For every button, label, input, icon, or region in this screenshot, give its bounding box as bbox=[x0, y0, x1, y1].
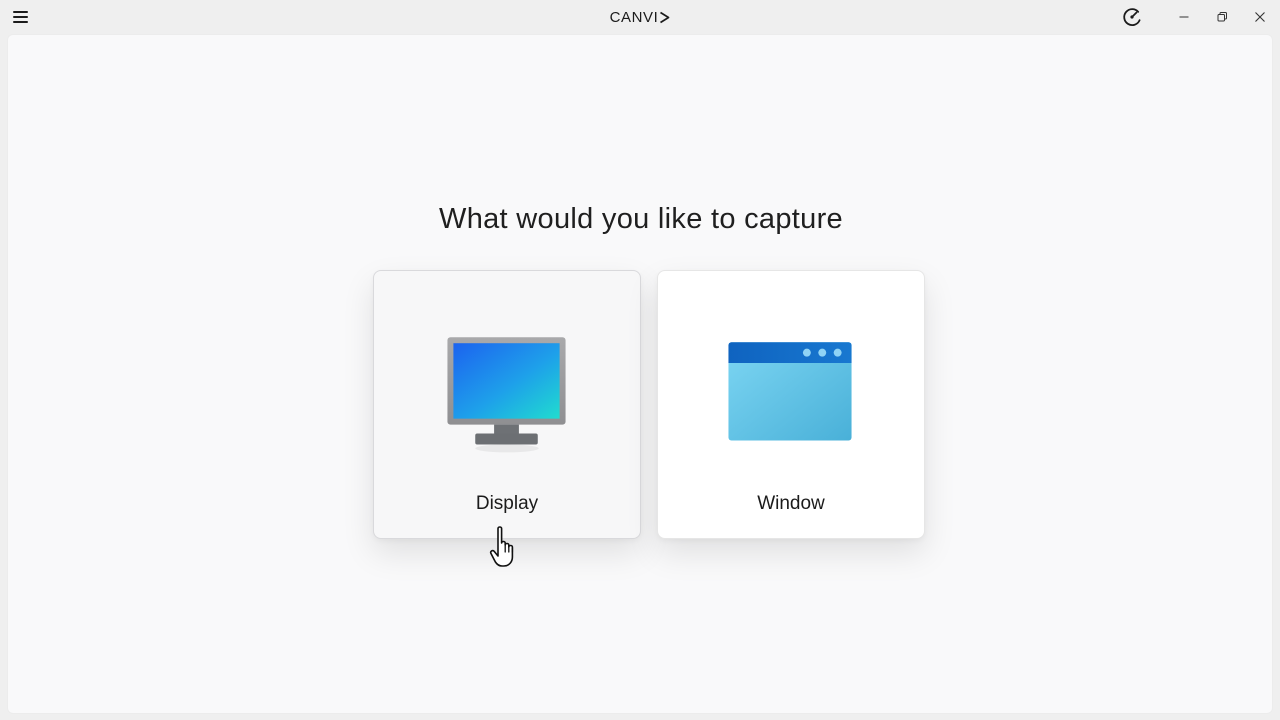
play-icon bbox=[660, 11, 670, 23]
restore-button[interactable] bbox=[1203, 0, 1241, 33]
hamburger-menu-button[interactable] bbox=[6, 4, 34, 30]
speedometer-button[interactable] bbox=[1119, 4, 1145, 30]
minimize-icon bbox=[1179, 16, 1189, 17]
main-panel: What would you like to capture Display W… bbox=[7, 34, 1273, 714]
display-option-label: Display bbox=[475, 493, 539, 514]
speedometer-icon bbox=[1123, 8, 1141, 27]
hamburger-icon-line bbox=[12, 21, 28, 23]
close-icon bbox=[1255, 11, 1265, 22]
window-option-label: Window bbox=[757, 493, 825, 514]
app-logo-text: CANVI bbox=[609, 8, 659, 26]
monitor-icon bbox=[447, 337, 566, 453]
restore-icon bbox=[1217, 11, 1227, 21]
display-option-card[interactable]: Display bbox=[373, 270, 641, 539]
app-logo: CANVI bbox=[560, 7, 720, 27]
title-bar: CANVI bbox=[0, 0, 1280, 33]
hamburger-icon-line bbox=[12, 16, 28, 18]
hamburger-icon-line bbox=[12, 11, 28, 13]
minimize-button[interactable] bbox=[1165, 0, 1203, 33]
window-option-card[interactable]: Window bbox=[657, 270, 925, 539]
close-button[interactable] bbox=[1241, 0, 1279, 33]
page-title: What would you like to capture bbox=[439, 203, 843, 235]
app-window-icon bbox=[728, 342, 852, 441]
